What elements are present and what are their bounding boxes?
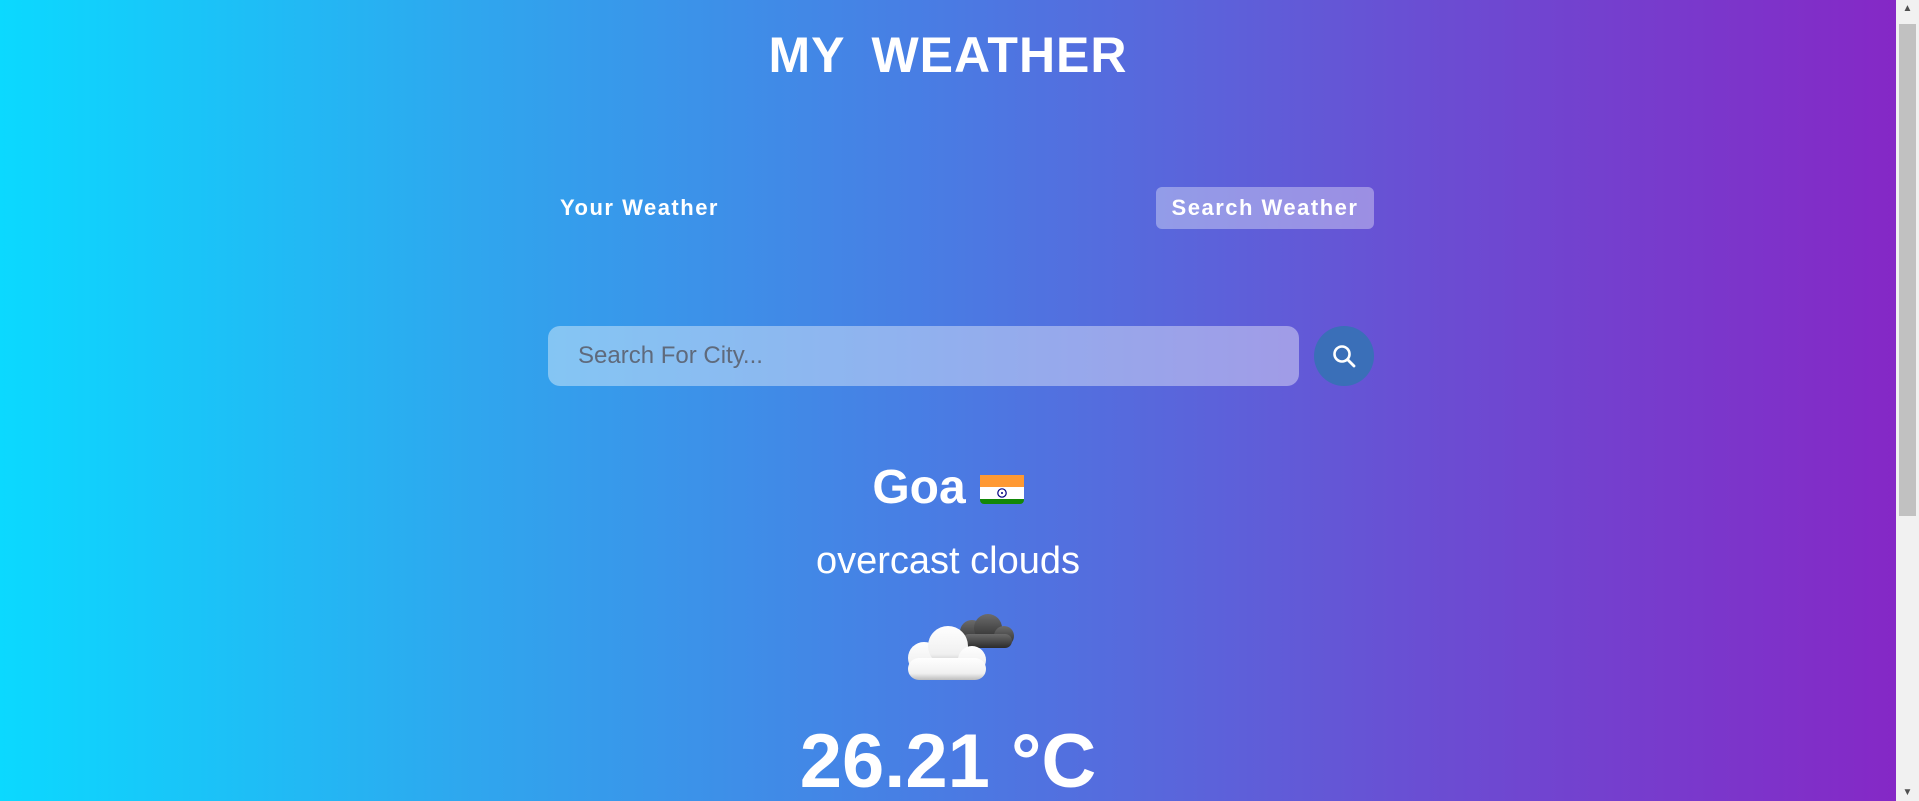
city-name: Goa [872,461,966,514]
search-icon [1333,345,1356,368]
scroll-thumb[interactable] [1899,24,1916,516]
city-heading: Goa [0,460,1896,515]
vertical-scrollbar[interactable]: ▲ ▼ [1896,0,1919,801]
search-button[interactable] [1314,326,1374,386]
temperature: 26.21 °C [799,719,1097,801]
search-form [548,326,1374,386]
tab-your-weather[interactable]: Your Weather [546,187,733,229]
search-input[interactable] [548,326,1299,386]
india-flag-icon [979,468,1024,505]
scroll-down-arrow-icon[interactable]: ▼ [1896,784,1919,801]
scroll-up-arrow-icon[interactable]: ▲ [1896,0,1919,17]
weather-description: overcast clouds [815,540,1080,582]
app-title: MY WEATHER [768,27,1128,83]
overcast-clouds-icon [908,614,1014,680]
tab-search-weather[interactable]: Search Weather [1156,187,1374,229]
weather-app: MY WEATHER Your Weather Search Weather G… [0,0,1896,801]
